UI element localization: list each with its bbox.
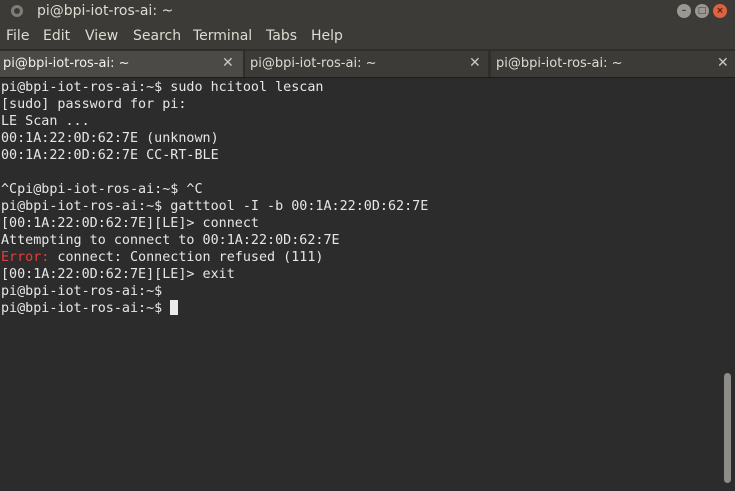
menu-terminal[interactable]: Terminal <box>193 27 252 45</box>
tab-close-icon[interactable]: ✕ <box>469 55 481 72</box>
text-cursor <box>170 300 179 315</box>
menu-view[interactable]: View <box>85 27 118 45</box>
tab-label: pi@bpi-iot-ros-ai: ~ <box>250 56 377 71</box>
tab-1[interactable]: pi@bpi-iot-ros-ai: ~ ✕ <box>0 51 243 77</box>
error-message: connect: Connection refused (111) <box>49 250 324 265</box>
error-prefix: Error: <box>1 250 50 265</box>
terminal-line: pi@bpi-iot-ros-ai:~$ sudo hcitool lescan <box>1 80 324 95</box>
tab-label: pi@bpi-iot-ros-ai: ~ <box>3 56 130 71</box>
terminal-prompt: pi@bpi-iot-ros-ai:~$ <box>1 301 163 316</box>
terminal-line: ^Cpi@bpi-iot-ros-ai:~$ ^C <box>1 182 203 197</box>
menu-file[interactable]: File <box>6 27 29 45</box>
menu-help[interactable]: Help <box>311 27 343 45</box>
close-button[interactable]: × <box>713 4 727 18</box>
terminal-line: 00:1A:22:0D:62:7E (unknown) <box>1 131 219 146</box>
tab-2[interactable]: pi@bpi-iot-ros-ai: ~ ✕ <box>245 51 488 77</box>
terminal-line: [00:1A:22:0D:62:7E][LE]> exit <box>1 267 235 282</box>
terminal-output[interactable]: pi@bpi-iot-ros-ai:~$ sudo hcitool lescan… <box>0 78 722 491</box>
terminal-error-line: Error: connect: Connection refused (111) <box>1 249 323 266</box>
terminal-line: [00:1A:22:0D:62:7E][LE]> connect <box>1 216 259 231</box>
terminal-prompt-line: pi@bpi-iot-ros-ai:~$ <box>1 300 179 317</box>
scrollbar[interactable] <box>722 78 735 491</box>
maximize-button[interactable]: □ <box>695 4 709 18</box>
terminal-line: [sudo] password for pi: <box>1 97 187 112</box>
window-menu-icon[interactable] <box>11 5 23 17</box>
menu-edit[interactable]: Edit <box>43 27 70 45</box>
terminal-line: Attempting to connect to 00:1A:22:0D:62:… <box>1 233 340 248</box>
terminal-line: pi@bpi-iot-ros-ai:~$ gatttool -I -b 00:1… <box>1 199 429 214</box>
title-bar[interactable]: pi@bpi-iot-ros-ai: ~ – □ × <box>0 0 735 23</box>
tab-close-icon[interactable]: ✕ <box>222 55 234 72</box>
menu-bar: File Edit View Search Terminal Tabs Help <box>0 23 735 49</box>
scrollbar-thumb[interactable] <box>724 373 731 483</box>
window-title: pi@bpi-iot-ros-ai: ~ <box>37 3 174 19</box>
terminal-line: 00:1A:22:0D:62:7E CC-RT-BLE <box>1 148 219 163</box>
menu-tabs[interactable]: Tabs <box>266 27 297 45</box>
menu-search[interactable]: Search <box>133 27 181 45</box>
terminal-line: pi@bpi-iot-ros-ai:~$ <box>1 284 163 299</box>
tab-close-icon[interactable]: ✕ <box>717 55 729 72</box>
tab-label: pi@bpi-iot-ros-ai: ~ <box>496 56 623 71</box>
terminal-line: LE Scan ... <box>1 114 90 129</box>
terminal-window: pi@bpi-iot-ros-ai: ~ – □ × File Edit Vie… <box>0 0 735 491</box>
tab-3[interactable]: pi@bpi-iot-ros-ai: ~ ✕ <box>491 51 735 77</box>
tab-bar: pi@bpi-iot-ros-ai: ~ ✕ pi@bpi-iot-ros-ai… <box>0 49 735 78</box>
minimize-button[interactable]: – <box>677 4 691 18</box>
